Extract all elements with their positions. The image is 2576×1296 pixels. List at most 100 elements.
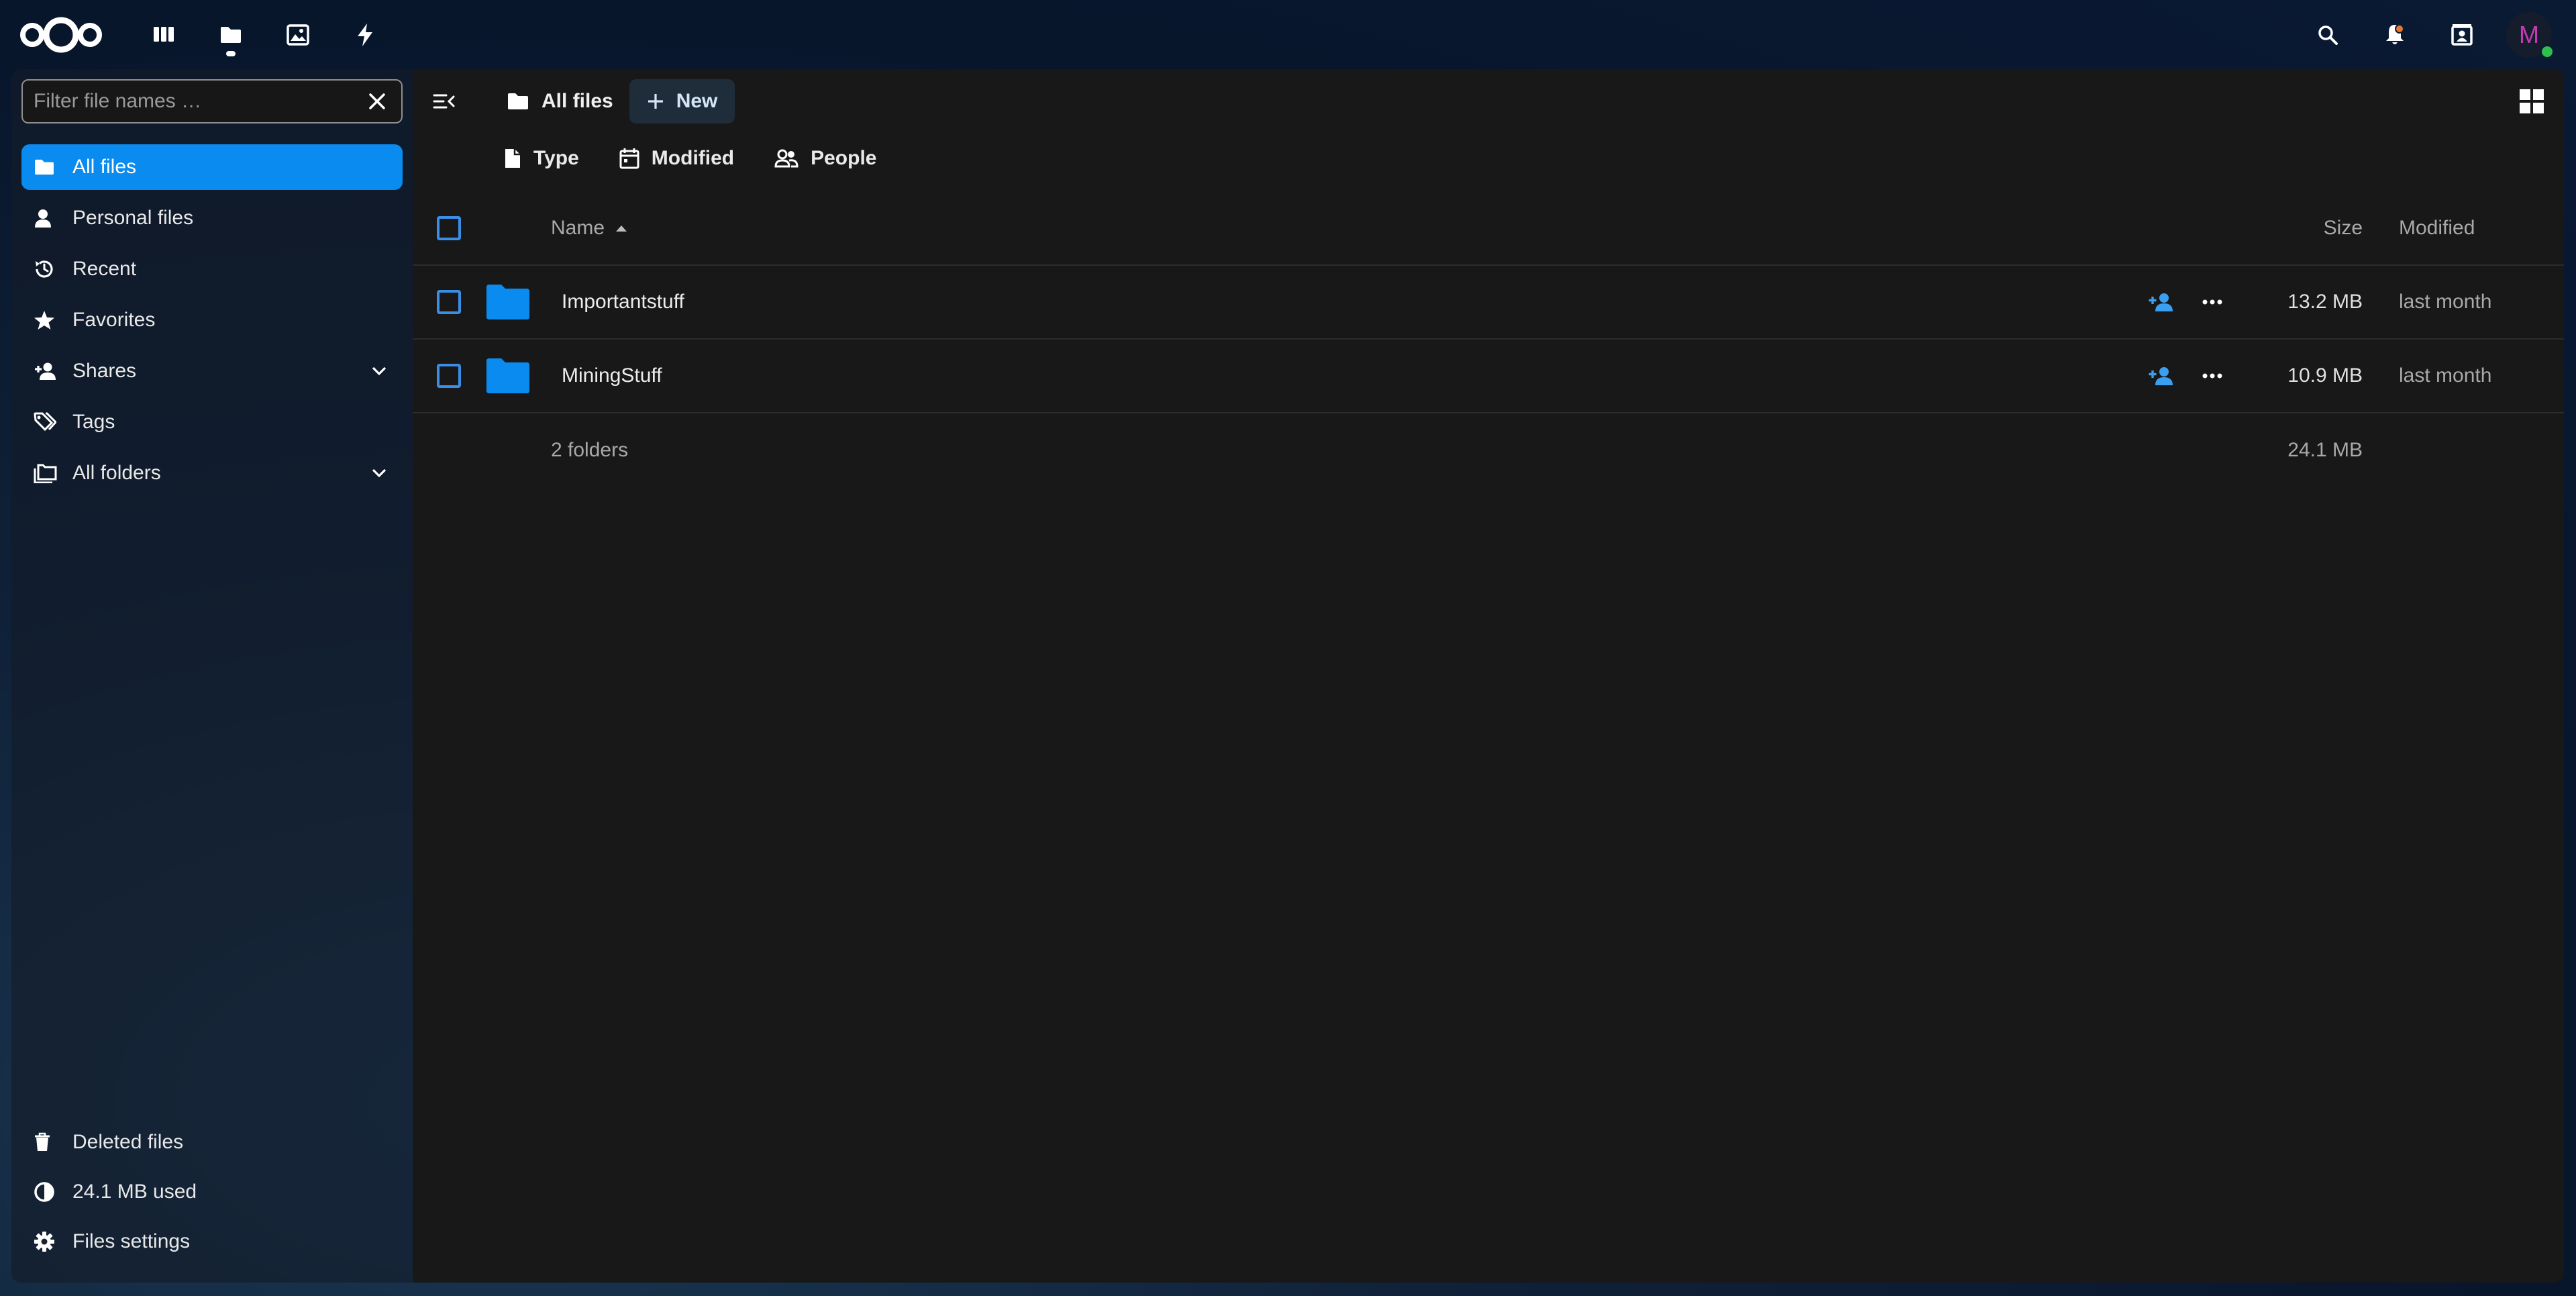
sidebar-item-all-files[interactable]: All files <box>21 144 403 190</box>
type-filter-button[interactable]: Type <box>492 138 591 179</box>
sidebar-item-personal-files[interactable]: Personal files <box>21 195 403 241</box>
notification-badge <box>2395 23 2404 34</box>
plus-icon <box>647 93 664 110</box>
file-modified: last month <box>2399 364 2492 387</box>
table-row[interactable]: Importantstuff 13.2 MB last month <box>413 266 2564 340</box>
sidebar-item-all-folders[interactable]: All folders <box>21 450 403 496</box>
filter-label: People <box>811 147 877 169</box>
table-header-row: Name Size Modified <box>413 192 2564 266</box>
search-button[interactable] <box>2294 1 2361 68</box>
more-actions-button[interactable] <box>2192 282 2232 322</box>
file-size: 10.9 MB <box>2287 364 2363 387</box>
image-icon <box>287 23 309 46</box>
filter-chips: Type Modified People <box>492 136 905 181</box>
tag-icon <box>34 409 59 435</box>
sidebar-item-recent[interactable]: Recent <box>21 246 403 292</box>
column-label: Name <box>551 217 605 239</box>
row-checkbox[interactable] <box>437 290 461 314</box>
chevron-down-icon[interactable] <box>368 462 391 485</box>
app-navigation <box>130 1 399 68</box>
sidebar-footer: Deleted files 24.1 MB used Files setting… <box>21 1119 403 1268</box>
header-actions: M <box>2294 1 2557 68</box>
filter-input[interactable] <box>34 90 364 113</box>
folder-icon <box>34 154 59 180</box>
clear-filter-button[interactable] <box>364 88 391 115</box>
select-all-checkbox[interactable] <box>437 216 461 240</box>
folder-icon <box>485 357 531 395</box>
share-button[interactable] <box>2141 356 2181 396</box>
files-table: Name Size Modified Importantstuff 13.2 M… <box>413 192 2564 487</box>
sidebar-item-label: All folders <box>72 462 161 484</box>
chevron-down-icon[interactable] <box>368 360 391 383</box>
menu-collapse-icon <box>433 94 455 109</box>
nextcloud-logo-icon[interactable] <box>19 15 103 55</box>
folder-icon <box>507 92 529 111</box>
file-size: 13.2 MB <box>2287 291 2363 313</box>
star-icon <box>34 307 59 333</box>
modified-filter-button[interactable]: Modified <box>607 138 746 179</box>
dashboard-app-button[interactable] <box>130 1 197 68</box>
trash-icon <box>34 1130 59 1155</box>
breadcrumb-label: All files <box>542 90 613 112</box>
sidebar-item-label: Shares <box>72 360 137 382</box>
folder-icon <box>485 283 531 321</box>
sidebar-item-deleted-files[interactable]: Deleted files <box>21 1119 403 1165</box>
contacts-button[interactable] <box>2428 1 2495 68</box>
folders-icon <box>34 460 59 486</box>
total-size: 24.1 MB <box>2287 439 2363 461</box>
photos-app-button[interactable] <box>264 1 331 68</box>
sidebar-item-shares[interactable]: Shares <box>21 348 403 394</box>
file-name[interactable]: Importantstuff <box>562 291 684 313</box>
user-avatar[interactable]: M <box>2506 11 2555 59</box>
grid-view-toggle-button[interactable] <box>2512 81 2552 121</box>
dashboard-icon <box>153 26 174 44</box>
contacts-icon <box>2451 23 2473 46</box>
pie-chart-icon <box>34 1179 59 1205</box>
table-row[interactable]: MiningStuff 10.9 MB last month <box>413 340 2564 413</box>
sidebar-item-files-settings[interactable]: Files settings <box>21 1219 403 1264</box>
new-button-label: New <box>676 90 718 112</box>
gear-icon <box>34 1229 59 1254</box>
name-column-header[interactable]: Name <box>551 217 627 240</box>
files-sidebar: All files Personal files Recent Favorite… <box>11 69 413 1283</box>
search-icon <box>2317 24 2338 46</box>
lightning-icon <box>356 23 374 47</box>
filter-label: Modified <box>651 147 735 169</box>
more-actions-button[interactable] <box>2192 356 2232 396</box>
folder-icon <box>219 26 242 44</box>
modified-column-header[interactable]: Modified <box>2399 217 2475 240</box>
share-icon <box>2149 367 2173 385</box>
sidebar-item-label: Deleted files <box>72 1131 184 1153</box>
calendar-icon <box>619 148 639 169</box>
sidebar-item-label: Files settings <box>72 1230 191 1252</box>
file-name[interactable]: MiningStuff <box>562 364 662 387</box>
activity-app-button[interactable] <box>331 1 399 68</box>
size-column-header[interactable]: Size <box>2324 217 2363 240</box>
grid-view-icon <box>2520 89 2544 113</box>
files-app-button[interactable] <box>197 1 264 68</box>
sidebar-item-label: All files <box>72 156 137 178</box>
share-button[interactable] <box>2141 282 2181 322</box>
notifications-button[interactable] <box>2361 1 2428 68</box>
new-button[interactable]: New <box>629 79 735 123</box>
storage-quota: 24.1 MB used <box>21 1169 403 1215</box>
file-modified: last month <box>2399 291 2492 313</box>
folder-count: 2 folders <box>551 439 629 461</box>
share-icon <box>34 358 59 384</box>
storage-used-label: 24.1 MB used <box>72 1181 197 1203</box>
more-horizontal-icon <box>2202 373 2222 379</box>
sidebar-item-label: Tags <box>72 411 115 433</box>
sidebar-item-tags[interactable]: Tags <box>21 399 403 445</box>
people-filter-button[interactable]: People <box>762 138 888 179</box>
sidebar-item-favorites[interactable]: Favorites <box>21 297 403 343</box>
table-summary-row: 2 folders 24.1 MB <box>413 413 2564 487</box>
row-checkbox[interactable] <box>437 364 461 388</box>
breadcrumb-all-files[interactable]: All files <box>496 79 625 123</box>
sidebar-item-label: Favorites <box>72 309 156 331</box>
file-icon <box>504 148 521 169</box>
close-icon <box>369 93 385 109</box>
files-toolbar: All files New <box>413 79 735 123</box>
more-horizontal-icon <box>2202 299 2222 305</box>
toggle-sidebar-button[interactable] <box>422 79 466 123</box>
online-status-icon <box>2540 44 2555 59</box>
